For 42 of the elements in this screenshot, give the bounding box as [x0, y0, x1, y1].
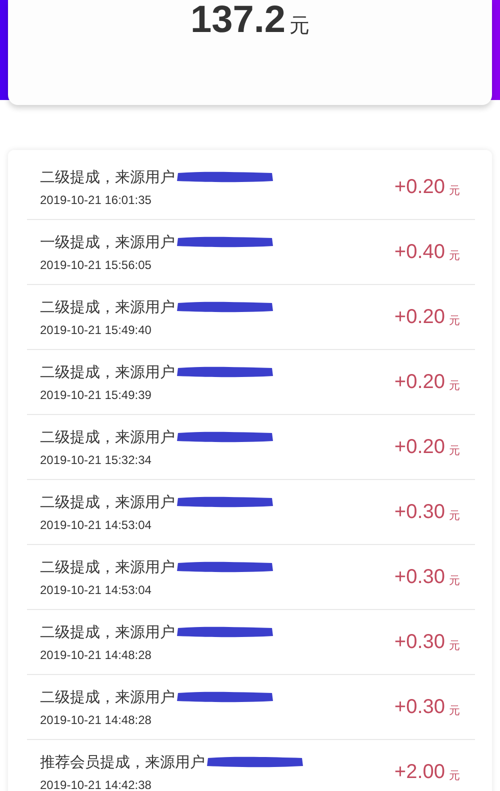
record-amount: +0.30 [394, 630, 445, 654]
record-unit: 元 [449, 638, 460, 652]
record-title: 二级提成，来源用户 [40, 622, 175, 642]
record-amount: +2.00 [394, 760, 445, 784]
record-unit: 元 [449, 442, 460, 458]
record-amount: +0.30 [394, 696, 445, 718]
record-time: 2019-10-21 14:48:28 [40, 648, 152, 662]
record-time: 2019-10-21 14:42:38 [40, 778, 152, 791]
record-title: 二级提成，来源用户 [40, 298, 175, 316]
record-amount: +0.20 [394, 436, 445, 458]
record-time: 2019-10-21 14:53:04 [40, 518, 152, 532]
record-title: 一级提成，来源用户 [40, 232, 175, 252]
record-unit: 元 [449, 248, 460, 262]
record-unit: 元 [449, 702, 460, 718]
record-title: 二级提成，来源用户 [40, 492, 175, 512]
record-unit: 元 [449, 312, 460, 328]
record-amount: +0.20 [394, 370, 445, 394]
record-amount: +0.20 [394, 176, 445, 198]
record-unit: 元 [449, 572, 460, 588]
balance-amount: 137.2 [190, 0, 286, 40]
record-time: 2019-10-21 15:49:39 [40, 388, 152, 402]
record-time: 2019-10-21 14:53:04 [40, 582, 152, 596]
record-time: 2019-10-21 15:49:40 [40, 322, 152, 336]
record-amount: +0.30 [394, 500, 445, 524]
balance-unit: 元 [290, 12, 310, 39]
record-unit: 元 [449, 182, 460, 198]
record-title: 二级提成，来源用户 [40, 428, 175, 446]
record-time: 2019-10-21 14:48:28 [40, 712, 152, 726]
record-amount: +0.40 [394, 240, 445, 264]
record-title: 二级提成，来源用户 [40, 168, 175, 186]
record-unit: 元 [449, 508, 460, 522]
record-amount: +0.20 [394, 306, 445, 328]
record-unit: 元 [449, 378, 460, 392]
record-title: 二级提成，来源用户 [40, 688, 175, 706]
record-title: 推荐会员提成，来源用户 [40, 752, 205, 772]
record-time: 2019-10-21 15:56:05 [40, 258, 152, 272]
record-title: 二级提成，来源用户 [40, 558, 175, 576]
record-amount: +0.30 [394, 566, 445, 588]
record-unit: 元 [449, 768, 460, 782]
record-time: 2019-10-21 15:32:34 [40, 452, 152, 466]
record-time: 2019-10-21 16:01:35 [40, 192, 152, 206]
record-title: 二级提成，来源用户 [40, 362, 175, 382]
